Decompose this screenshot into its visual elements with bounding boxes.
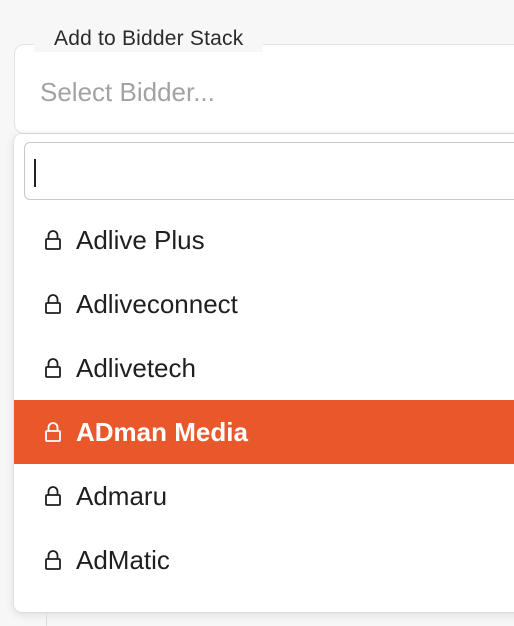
lock-icon: [40, 419, 66, 445]
option-label: Adlivetech: [76, 352, 196, 383]
option-label: ADman Media: [76, 416, 248, 447]
option-adliveconnect[interactable]: Adliveconnect: [14, 272, 514, 336]
option-label: Adlive Plus: [76, 224, 205, 255]
lock-icon: [40, 355, 66, 381]
search-input[interactable]: [25, 143, 514, 199]
text-cursor: [34, 159, 36, 187]
search-box[interactable]: [24, 142, 514, 200]
lock-icon: [40, 291, 66, 317]
option-admatic[interactable]: AdMatic: [14, 528, 514, 592]
bidder-select[interactable]: Select Bidder...: [16, 62, 514, 122]
option-label: Admaru: [76, 480, 168, 511]
option-adlive-plus[interactable]: Adlive Plus: [14, 208, 514, 272]
option-label: Adliveconnect: [76, 288, 238, 319]
option-label: AdMatic: [76, 544, 170, 575]
field-legend: Add to Bidder Stack: [34, 26, 264, 52]
option-adman-media[interactable]: ADman Media: [14, 400, 514, 464]
option-adlivetech[interactable]: Adlivetech: [14, 336, 514, 400]
bidder-dropdown-menu: Adlive Plus Adliveconnect Adlivetech ADm…: [14, 134, 514, 612]
option-list: Adlive Plus Adliveconnect Adlivetech ADm…: [14, 208, 514, 592]
lock-icon: [40, 483, 66, 509]
divider: [46, 612, 47, 626]
lock-icon: [40, 227, 66, 253]
option-admaru[interactable]: Admaru: [14, 464, 514, 528]
lock-icon: [40, 547, 66, 573]
